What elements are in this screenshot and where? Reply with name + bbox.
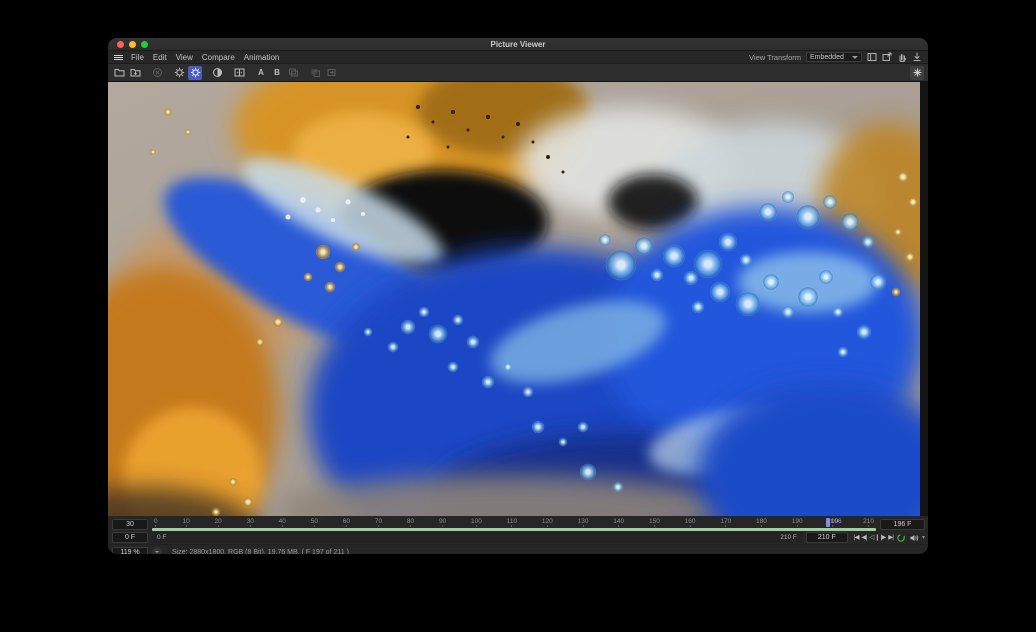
menu-item-edit[interactable]: Edit xyxy=(153,53,167,62)
menu-item-file[interactable]: File xyxy=(131,53,144,62)
ruler-ticks: 0 10 20 30 40 50 60 70 80 90 100 110 120 130 140 150 160… xyxy=(154,518,874,527)
toolbar: A B xyxy=(108,64,928,82)
ruler-tick-label: 140 xyxy=(613,518,624,527)
timeline-range-row: 0 F 0 F 210 F 210 F |◀ ◀| ◁ || |▶ ▶| ▾ xyxy=(108,531,928,544)
transport-prev-frame-button[interactable]: ◀| xyxy=(862,532,867,543)
transport-play-forward-button[interactable]: |▶ xyxy=(881,532,886,543)
ruler-tick-label: 50 xyxy=(311,518,318,527)
swap-ab-button[interactable] xyxy=(286,66,300,80)
status-bar: 119 % Size: 2880x1800, RGB (8 Bit), 19.7… xyxy=(108,544,928,554)
ruler-tick-label: 190 xyxy=(792,518,803,527)
picture-viewer-window: Picture Viewer File Edit View Compare An… xyxy=(108,38,928,554)
ab-compare-button[interactable] xyxy=(232,66,246,80)
ruler-tick-label: 150 xyxy=(649,518,660,527)
image-viewport[interactable] xyxy=(108,82,928,516)
range-start-label: 0 F xyxy=(157,534,166,541)
panel-layout-icon[interactable] xyxy=(867,52,877,62)
compare-b-button[interactable]: B xyxy=(270,66,284,80)
view-transform-label: View Transform xyxy=(749,53,801,62)
ruler-tick-label: 180 xyxy=(756,518,767,527)
filter-gear-button[interactable] xyxy=(188,66,202,80)
ruler-tick-label: 170 xyxy=(720,518,731,527)
transport-go-end-button[interactable]: ▶| xyxy=(888,532,893,543)
ruler-tick-label: 20 xyxy=(215,518,222,527)
window-title: Picture Viewer xyxy=(108,38,928,51)
ruler-tick-label: 30 xyxy=(247,518,254,527)
viewport-right-margin xyxy=(920,82,928,516)
open-folder-button[interactable] xyxy=(112,66,126,80)
render-view-button[interactable] xyxy=(910,66,924,80)
timeline-ruler[interactable]: 0 10 20 30 40 50 60 70 80 90 100 110 120 130 140 150 160… xyxy=(152,518,876,531)
compare-a-button[interactable]: A xyxy=(254,66,268,80)
loop-playback-icon[interactable] xyxy=(896,533,906,543)
image-info-text: Size: 2880x1800, RGB (8 Bit), 19.76 MB, … xyxy=(172,549,349,555)
menu-item-compare[interactable]: Compare xyxy=(202,53,235,62)
ruler-tick-label: 0 xyxy=(154,518,158,527)
ruler-tick-label: 80 xyxy=(407,518,414,527)
view-transform-dropdown[interactable]: Embedded xyxy=(806,52,862,62)
ruler-tick-label: 130 xyxy=(578,518,589,527)
menu-item-animation[interactable]: Animation xyxy=(244,53,280,62)
range-start-field[interactable]: 0 F xyxy=(112,532,148,543)
range-end-field[interactable]: 210 F xyxy=(806,532,848,543)
ruler-tick-label: 210 xyxy=(863,518,874,527)
menu-bar: File Edit View Compare Animation View Tr… xyxy=(108,51,928,64)
fps-field[interactable]: 30 xyxy=(112,519,148,530)
settings-gear-button[interactable] xyxy=(172,66,186,80)
download-frame-icon[interactable] xyxy=(912,52,922,62)
save-image-button[interactable] xyxy=(128,66,142,80)
desktop: Picture Viewer File Edit View Compare An… xyxy=(0,0,1036,632)
ruler-tick-label: 110 xyxy=(507,518,517,527)
ruler-tick-label: 60 xyxy=(343,518,350,527)
clear-cache-button[interactable] xyxy=(150,66,164,80)
range-slider[interactable]: 0 F 210 F xyxy=(152,532,802,543)
ruler-tick-label: 100 xyxy=(471,518,482,527)
transport-play-backward-button[interactable]: ◁ xyxy=(869,532,873,543)
expand-window-icon[interactable] xyxy=(882,52,892,62)
hamburger-menu-icon[interactable] xyxy=(114,55,123,60)
playhead[interactable] xyxy=(826,518,830,527)
range-end-label: 210 F xyxy=(780,534,797,541)
rendered-image xyxy=(108,82,920,516)
cached-frames-bar xyxy=(152,528,876,531)
ruler-tick-label: 120 xyxy=(542,518,553,527)
contrast-button[interactable] xyxy=(210,66,224,80)
copy-a-button[interactable] xyxy=(308,66,322,80)
ruler-tick-label: 40 xyxy=(279,518,286,527)
ruler-tick-label: 90 xyxy=(439,518,446,527)
zoom-dropdown-button[interactable] xyxy=(152,547,162,554)
transport-pause-button[interactable]: || xyxy=(876,532,877,543)
chevron-down-icon xyxy=(852,56,858,59)
ruler-tick-label: 70 xyxy=(375,518,382,527)
volume-icon[interactable] xyxy=(909,533,919,543)
ruler-tick-label: 10 xyxy=(182,518,189,527)
chevron-down-icon xyxy=(155,551,159,553)
current-frame-field[interactable]: 196 F xyxy=(880,519,925,530)
timeline-ruler-row: 30 0 10 20 30 40 50 60 70 80 90 100 110 120 130 140 150… xyxy=(108,516,928,531)
pan-hand-icon[interactable] xyxy=(897,52,907,62)
playhead-frame-label: 196 xyxy=(831,518,842,526)
transport-controls: |◀ ◀| ◁ || |▶ ▶| ▾ xyxy=(854,532,925,543)
transport-options-dropdown[interactable]: ▾ xyxy=(922,534,925,541)
view-transform-value: Embedded xyxy=(810,54,844,61)
title-bar: Picture Viewer xyxy=(108,38,928,51)
transport-go-start-button[interactable]: |◀ xyxy=(854,532,859,543)
copy-b-button[interactable] xyxy=(324,66,338,80)
zoom-level-field[interactable]: 119 % xyxy=(112,547,148,555)
menu-item-view[interactable]: View xyxy=(176,53,193,62)
ruler-tick-label: 160 xyxy=(685,518,696,527)
